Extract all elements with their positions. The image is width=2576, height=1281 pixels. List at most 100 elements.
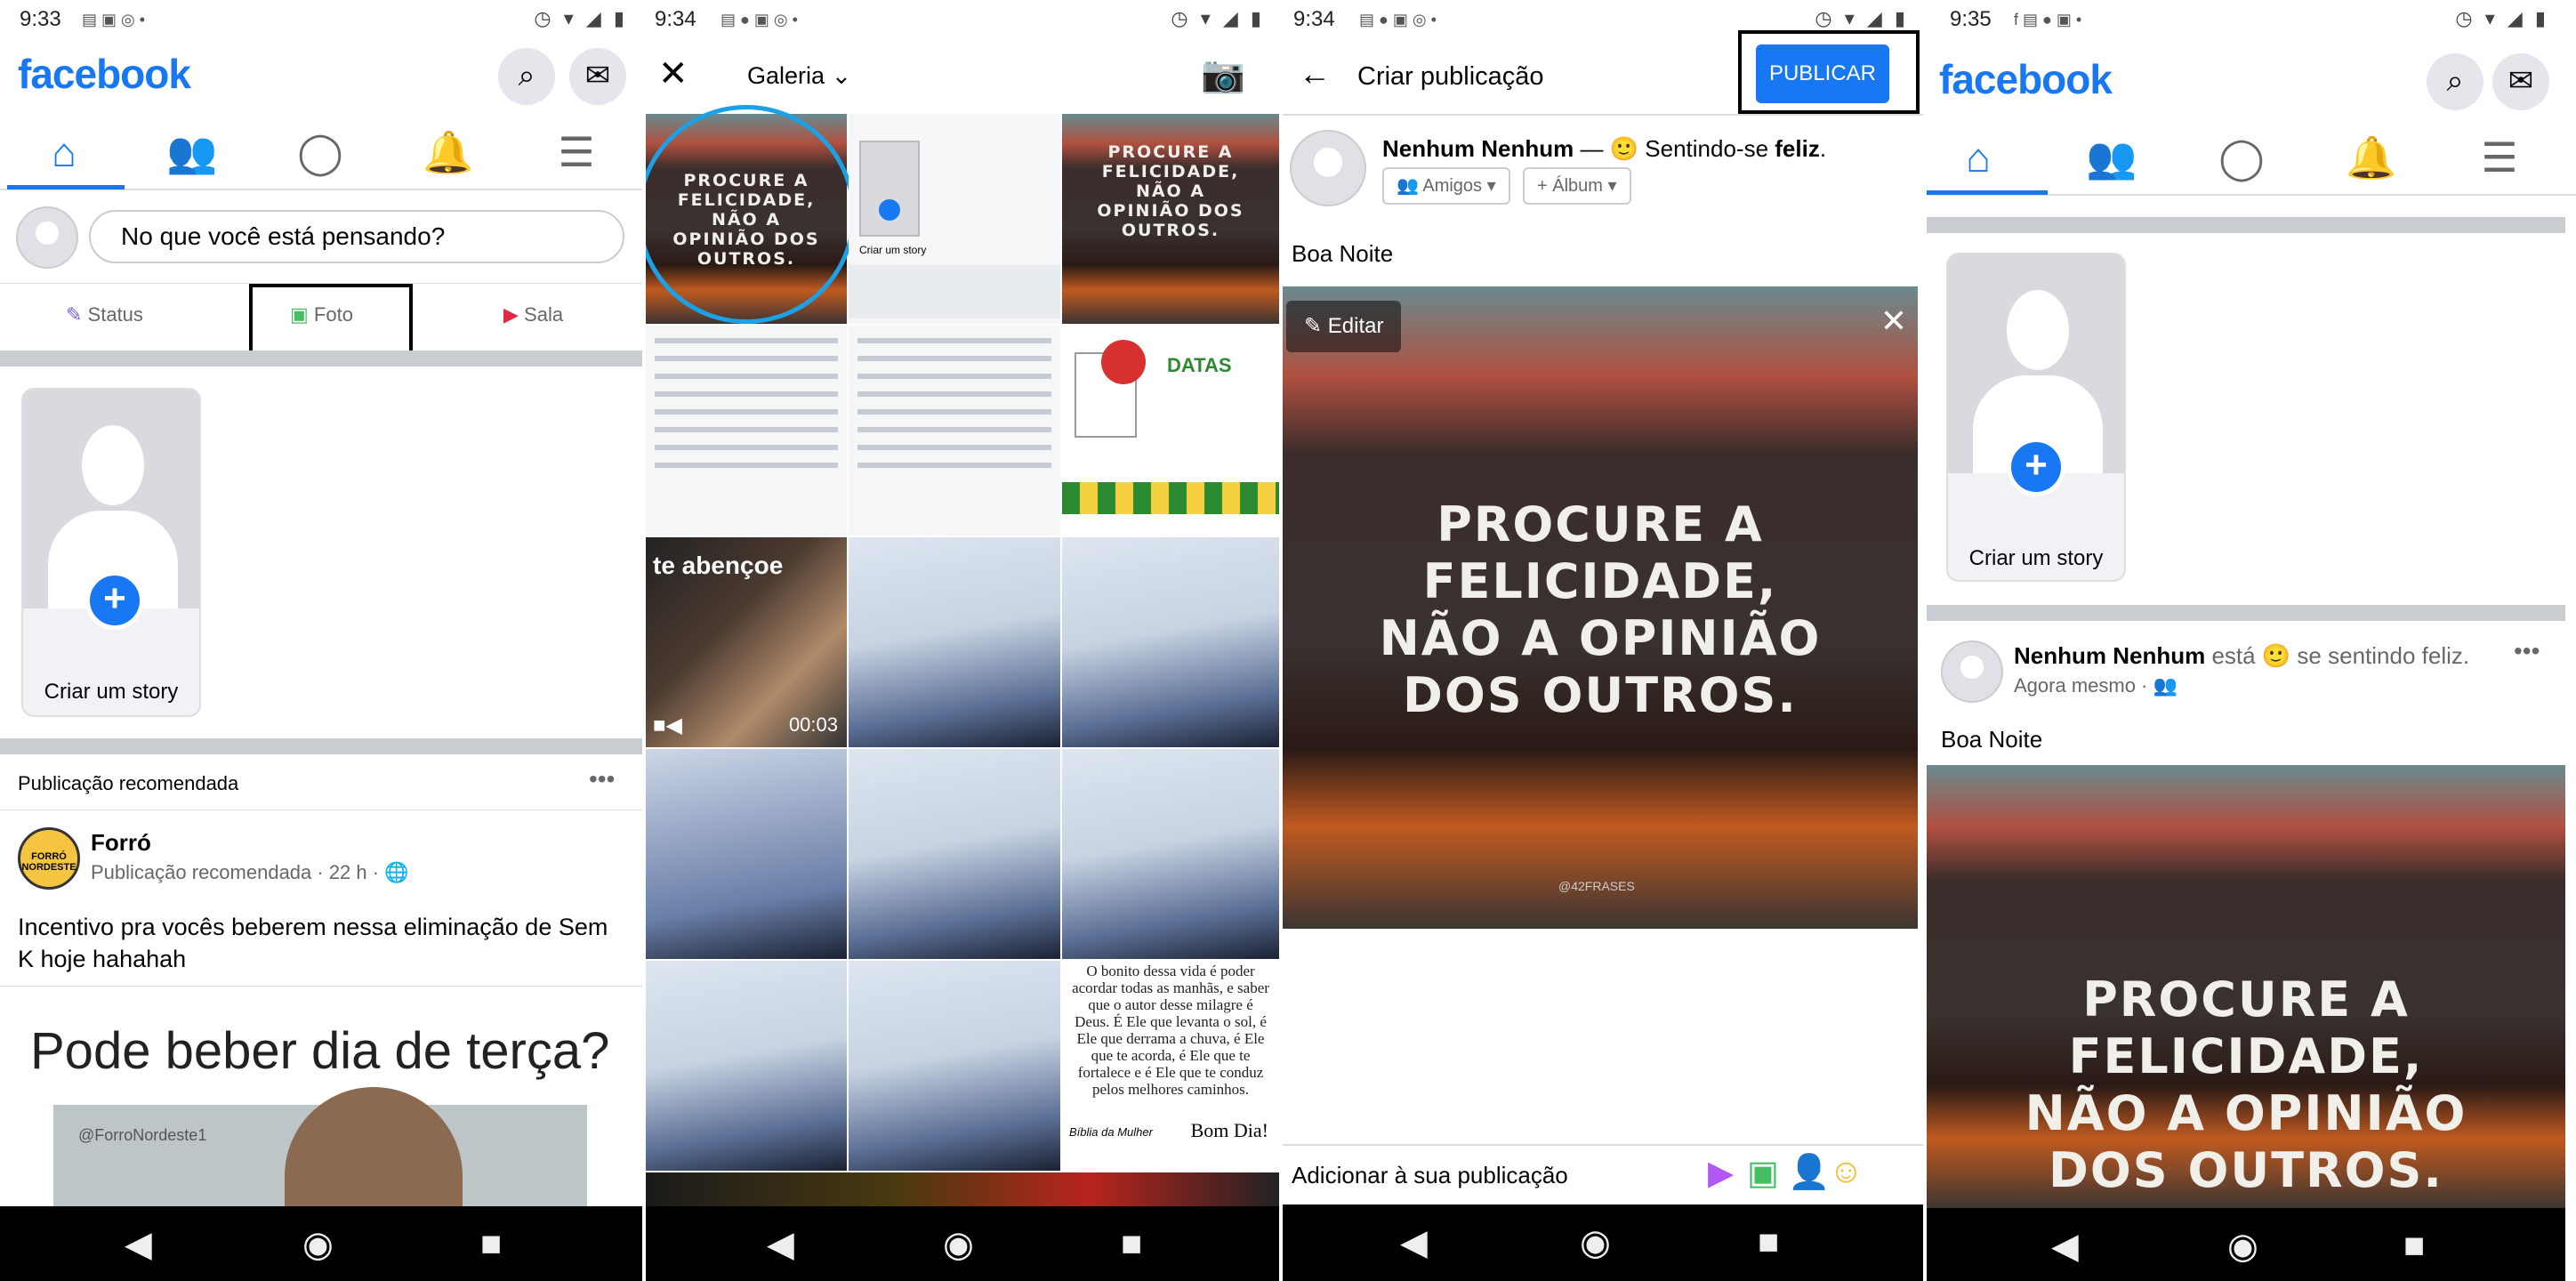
home-nav-icon[interactable]: ◉	[943, 1224, 974, 1265]
recents-nav-icon[interactable]: ■	[480, 1224, 502, 1264]
close-icon[interactable]: ✕	[658, 53, 688, 94]
page-avatar[interactable]: FORRÓ NORDESTE	[18, 827, 80, 890]
gallery-thumb[interactable]	[646, 961, 847, 1171]
messenger-icon[interactable]: ✉	[2492, 53, 2549, 110]
menu-icon[interactable]: ☰	[541, 128, 612, 176]
composer-input[interactable]: No que você está pensando?	[89, 210, 624, 263]
messenger-icon[interactable]: ✉	[569, 48, 626, 105]
avatar[interactable]	[16, 206, 78, 269]
image-photo: @ForroNordeste1	[53, 1087, 587, 1210]
profile-icon[interactable]: ◯	[285, 128, 356, 176]
avatar[interactable]	[1941, 640, 2003, 703]
gallery-thumb-text[interactable]: O bonito dessa vida é poder acordar toda…	[1062, 961, 1279, 1171]
friends-icon[interactable]: 👥	[2076, 133, 2147, 182]
add-story-icon[interactable]: +	[2007, 438, 2065, 496]
tag-people-icon[interactable]: 👤	[1788, 1153, 1830, 1192]
add-to-post-label[interactable]: Adicionar à sua publicação	[1292, 1162, 1568, 1189]
video-duration: 00:03	[788, 713, 838, 736]
globe-icon: 🌐	[384, 861, 409, 883]
android-nav-bar: ◀ ◉ ■	[1283, 1204, 1923, 1281]
back-nav-icon[interactable]: ◀	[767, 1224, 794, 1265]
remove-photo-icon[interactable]: ✕	[1880, 302, 1907, 340]
home-icon[interactable]: ⌂	[28, 128, 100, 176]
friends-audience-icon: 👥	[2153, 674, 2178, 697]
doc-footer: Bom Dia!	[1190, 1119, 1268, 1141]
brush-icon: ✎	[1304, 314, 1328, 338]
notification-icons: ▤ ● ▣ ◎ •	[720, 11, 798, 28]
search-icon[interactable]: ⌕	[2427, 53, 2483, 110]
live-video-icon[interactable]: ▶	[1708, 1153, 1734, 1193]
system-icons: ◷ ▾ ◢ ▮	[534, 7, 628, 29]
more-options-icon[interactable]: •••	[2514, 637, 2540, 665]
home-icon[interactable]: ⌂	[1943, 133, 2014, 181]
home-nav-icon[interactable]: ◉	[302, 1224, 334, 1265]
feeling-icon[interactable]: ☺	[1829, 1153, 1864, 1191]
system-icons: ◷ ▾ ◢ ▮	[2455, 7, 2549, 29]
facebook-logo[interactable]: facebook	[18, 50, 191, 98]
divider	[1927, 217, 2565, 233]
active-tab-indicator	[1927, 190, 2048, 195]
post-text[interactable]: Boa Noite	[1292, 240, 1393, 268]
screen-create-post: 9:34 ▤ ● ▣ ◎ • ◷ ▾ ◢ ▮ ← Criar publicaçã…	[1283, 0, 1923, 1281]
add-story-icon[interactable]: +	[85, 571, 144, 630]
notification-icons: ▤ ● ▣ ◎ •	[1359, 11, 1437, 28]
divider	[0, 350, 642, 367]
recents-nav-icon[interactable]: ■	[2403, 1226, 2425, 1266]
menu-icon[interactable]: ☰	[2464, 133, 2535, 181]
edit-button[interactable]: ✎ Editar	[1286, 301, 1402, 352]
camera-icon[interactable]: 📷	[1201, 53, 1245, 95]
photo-watermark: @42FRASES	[1558, 879, 1635, 893]
gallery-thumb[interactable]	[849, 749, 1060, 959]
create-story-card[interactable]: + Criar um story	[21, 388, 201, 717]
back-nav-icon[interactable]: ◀	[1400, 1222, 1428, 1263]
photo-quote: PROCURE A FELICIDADE, NÃO A OPINIÃO DOS …	[2025, 971, 2467, 1198]
story-label: Criar um story	[1968, 546, 2104, 570]
recents-nav-icon[interactable]: ■	[1121, 1224, 1142, 1264]
gallery-thumb[interactable]	[849, 537, 1060, 747]
gallery-thumb-quote[interactable]: PROCURE A FELICIDADE, NÃO A OPINIÃO DOS …	[1062, 114, 1279, 324]
search-icon[interactable]: ⌕	[498, 48, 555, 105]
gallery-thumb[interactable]: Criar um story	[849, 114, 1060, 324]
image-caption: Pode beber dia de terça?	[30, 1022, 610, 1080]
audience-selector[interactable]: 👥 Amigos ▾	[1382, 167, 1510, 205]
gallery-thumb[interactable]	[646, 326, 847, 536]
gallery-thumb[interactable]	[849, 961, 1060, 1171]
screen-feed-before: 9:33 ▤ ▣ ◎ • ◷ ▾ ◢ ▮ facebook ⌕ ✉ ⌂ 👥 ◯ …	[0, 0, 642, 1281]
facebook-logo[interactable]: facebook	[1939, 55, 2113, 103]
back-arrow-icon[interactable]: ←	[1299, 55, 1331, 93]
user-name[interactable]: Nenhum Nenhum	[2014, 642, 2205, 669]
more-options-icon[interactable]: •••	[589, 765, 615, 794]
notifications-icon[interactable]: 🔔	[2336, 133, 2407, 182]
room-button[interactable]: ▶ Sala	[503, 303, 563, 326]
page-name[interactable]: Forró	[91, 829, 151, 857]
post-photo[interactable]: PROCURE A FELICIDADE, NÃO A OPINIÃO DOS …	[1927, 765, 2565, 1210]
post-meta: Publicação recomendada · 22 h · 🌐	[91, 861, 409, 883]
back-nav-icon[interactable]: ◀	[2051, 1226, 2079, 1267]
post-image[interactable]: Pode beber dia de terça? @ForroNordeste1	[0, 987, 642, 1210]
home-nav-icon[interactable]: ◉	[1580, 1222, 1611, 1263]
photo-icon[interactable]: ▣	[1747, 1153, 1779, 1193]
status-button[interactable]: ✎ Status	[66, 303, 143, 326]
home-nav-icon[interactable]: ◉	[2227, 1226, 2258, 1267]
recents-nav-icon[interactable]: ■	[1758, 1222, 1779, 1262]
album-selector[interactable]: + Álbum ▾	[1523, 167, 1631, 205]
gallery-thumb[interactable]	[646, 749, 847, 959]
gallery-thumb-video[interactable]: te abençoe ■◀ 00:03	[646, 537, 847, 747]
status-time: 9:35	[1950, 7, 1992, 31]
back-nav-icon[interactable]: ◀	[125, 1224, 152, 1265]
status-bar: 9:33 ▤ ▣ ◎ • ◷ ▾ ◢ ▮	[0, 0, 642, 43]
post-text: Incentivo pra vocês beberem nessa elimin…	[18, 914, 608, 972]
friends-icon[interactable]: 👥	[157, 128, 228, 177]
gallery-thumb[interactable]	[1062, 537, 1279, 747]
notifications-icon[interactable]: 🔔	[413, 128, 484, 177]
profile-icon[interactable]: ◯	[2206, 133, 2277, 181]
gallery-thumb-datas[interactable]: DATAS	[1062, 326, 1279, 536]
album-selector[interactable]: Galeria ⌄	[747, 62, 851, 90]
post-meta: Agora mesmo · 👥	[2014, 674, 2178, 697]
gallery-thumb[interactable]	[1062, 749, 1279, 959]
gallery-thumb[interactable]	[849, 326, 1060, 536]
post-author-line: Nenhum Nenhum — 🙂 Sentindo-se feliz.	[1382, 135, 1827, 162]
divider	[0, 738, 642, 754]
create-story-card[interactable]: + Criar um story	[1946, 253, 2126, 582]
status-bar: 9:34 ▤ ● ▣ ◎ • ◷ ▾ ◢ ▮	[646, 0, 1279, 43]
